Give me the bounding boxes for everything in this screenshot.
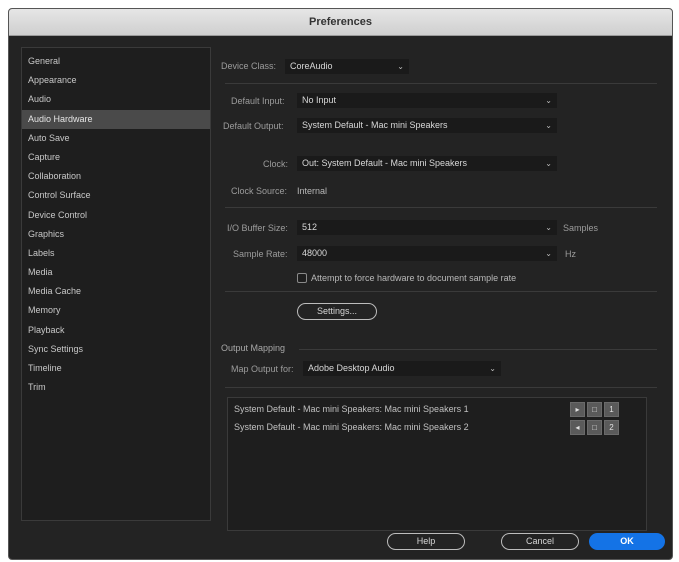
clock-source-value: Internal bbox=[297, 186, 328, 196]
map-output-select[interactable]: Adobe Desktop Audio ⌄ bbox=[303, 361, 501, 376]
mapping-row[interactable]: System Default - Mac mini Speakers: Mac … bbox=[234, 402, 469, 417]
sidebar-item-audio-hardware[interactable]: Audio Hardware bbox=[22, 109, 210, 129]
chevron-down-icon: ⌄ bbox=[545, 249, 552, 258]
sidebar-item-labels[interactable]: Labels bbox=[22, 244, 210, 263]
sidebar-item-general[interactable]: General bbox=[22, 52, 210, 71]
default-input-label: Default Input: bbox=[231, 96, 285, 106]
bracket-icon[interactable]: □ bbox=[587, 402, 602, 417]
map-output-value: Adobe Desktop Audio bbox=[308, 363, 395, 373]
chevron-down-icon: ⌄ bbox=[545, 96, 552, 105]
default-input-value: No Input bbox=[302, 95, 337, 105]
sample-rate-unit: Hz bbox=[565, 249, 576, 259]
section-divider bbox=[225, 83, 657, 84]
sidebar-item-auto-save[interactable]: Auto Save bbox=[22, 129, 210, 148]
sidebar-item-timeline[interactable]: Timeline bbox=[22, 359, 210, 378]
mapping-row-label: System Default - Mac mini Speakers: Mac … bbox=[234, 422, 469, 432]
output-mapping-title: Output Mapping bbox=[221, 343, 286, 353]
clock-value: Out: System Default - Mac mini Speakers bbox=[302, 158, 468, 168]
force-sample-rate-checkbox[interactable] bbox=[297, 273, 307, 283]
device-class-value: CoreAudio bbox=[290, 61, 333, 71]
ok-button[interactable]: OK bbox=[589, 533, 665, 550]
title-bar[interactable]: Preferences bbox=[9, 9, 672, 36]
clock-label: Clock: bbox=[263, 159, 289, 169]
cancel-button[interactable]: Cancel bbox=[501, 533, 579, 550]
sidebar-item-device-control[interactable]: Device Control bbox=[22, 206, 210, 225]
section-divider bbox=[225, 291, 657, 292]
category-list[interactable]: General Appearance Audio Audio Hardware … bbox=[21, 47, 211, 521]
output-mapping-list[interactable]: System Default - Mac mini Speakers: Mac … bbox=[227, 397, 647, 531]
window-title: Preferences bbox=[309, 16, 372, 28]
default-input-select[interactable]: No Input ⌄ bbox=[297, 93, 557, 108]
sidebar-item-collaboration[interactable]: Collaboration bbox=[22, 167, 210, 186]
buffer-size-value: 512 bbox=[302, 222, 318, 232]
channel-number-2[interactable]: 2 bbox=[604, 420, 619, 435]
section-divider bbox=[299, 349, 657, 350]
clock-source-label: Clock Source: bbox=[231, 186, 288, 196]
speaker-icon[interactable]: ◂ bbox=[570, 420, 585, 435]
chevron-down-icon: ⌄ bbox=[545, 121, 552, 130]
sidebar-item-media-cache[interactable]: Media Cache bbox=[22, 282, 210, 301]
chevron-down-icon: ⌄ bbox=[545, 223, 552, 232]
sidebar-item-trim[interactable]: Trim bbox=[22, 378, 210, 397]
sidebar-item-graphics[interactable]: Graphics bbox=[22, 225, 210, 244]
sidebar-item-audio[interactable]: Audio bbox=[22, 90, 210, 109]
chevron-down-icon: ⌄ bbox=[489, 364, 496, 373]
sample-rate-value: 48000 bbox=[302, 248, 328, 258]
buffer-size-label: I/O Buffer Size: bbox=[227, 223, 288, 233]
sidebar-item-appearance[interactable]: Appearance bbox=[22, 71, 210, 90]
preferences-dialog: Preferences General Appearance Audio Aud… bbox=[8, 8, 673, 560]
mapping-row-label: System Default - Mac mini Speakers: Mac … bbox=[234, 404, 469, 414]
device-class-select[interactable]: CoreAudio ⌄ bbox=[285, 59, 409, 74]
clock-select[interactable]: Out: System Default - Mac mini Speakers … bbox=[297, 156, 557, 171]
default-output-label: Default Output: bbox=[223, 121, 284, 131]
force-sample-rate-label[interactable]: Attempt to force hardware to document sa… bbox=[311, 273, 516, 283]
channel-number-1[interactable]: 1 bbox=[604, 402, 619, 417]
settings-button[interactable]: Settings... bbox=[297, 303, 377, 320]
sidebar-item-capture[interactable]: Capture bbox=[22, 148, 210, 167]
section-divider bbox=[225, 207, 657, 208]
section-divider bbox=[225, 387, 657, 388]
buffer-size-select[interactable]: 512 ⌄ bbox=[297, 220, 557, 235]
buffer-size-unit: Samples bbox=[563, 223, 599, 233]
device-class-label: Device Class: bbox=[221, 61, 277, 71]
speaker-icon[interactable]: ▸ bbox=[570, 402, 585, 417]
default-output-select[interactable]: System Default - Mac mini Speakers ⌄ bbox=[297, 118, 557, 133]
bracket-icon[interactable]: □ bbox=[587, 420, 602, 435]
mapping-row[interactable]: System Default - Mac mini Speakers: Mac … bbox=[234, 420, 469, 435]
sidebar-item-control-surface[interactable]: Control Surface bbox=[22, 186, 210, 205]
sample-rate-label: Sample Rate: bbox=[233, 249, 288, 259]
sidebar-item-media[interactable]: Media bbox=[22, 263, 210, 282]
chevron-down-icon: ⌄ bbox=[397, 62, 404, 71]
default-output-value: System Default - Mac mini Speakers bbox=[302, 120, 448, 130]
help-button[interactable]: Help bbox=[387, 533, 465, 550]
sidebar-item-memory[interactable]: Memory bbox=[22, 301, 210, 320]
map-output-label: Map Output for: bbox=[231, 364, 294, 374]
sidebar-item-sync-settings[interactable]: Sync Settings bbox=[22, 340, 210, 359]
sidebar-item-playback[interactable]: Playback bbox=[22, 321, 210, 340]
sample-rate-select[interactable]: 48000 ⌄ bbox=[297, 246, 557, 261]
chevron-down-icon: ⌄ bbox=[545, 159, 552, 168]
